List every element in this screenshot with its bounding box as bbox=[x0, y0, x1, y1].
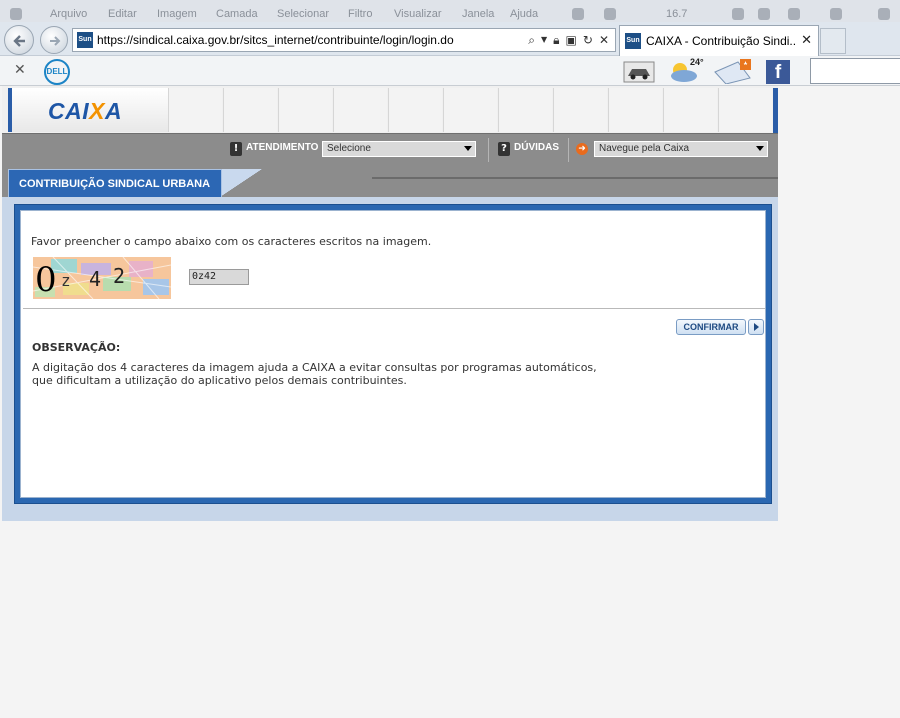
menu-item[interactable]: Camada bbox=[216, 8, 258, 20]
facebook-icon[interactable]: f bbox=[766, 60, 790, 84]
mail-icon[interactable] bbox=[712, 58, 754, 84]
menu-item[interactable]: Arquivo bbox=[50, 8, 87, 20]
favorites-search-input[interactable] bbox=[810, 58, 900, 84]
menu-item[interactable]: Filtro bbox=[348, 8, 372, 20]
grid-icon bbox=[830, 8, 842, 20]
duvidas-link[interactable]: DÚVIDAS bbox=[514, 142, 559, 153]
menu-item[interactable]: Editar bbox=[108, 8, 137, 20]
tab-close-icon[interactable]: ✕ bbox=[801, 33, 812, 48]
divider bbox=[23, 308, 765, 309]
section-tab-row: CONTRIBUIÇÃO SINDICAL URBANA bbox=[2, 165, 778, 197]
new-tab-button[interactable] bbox=[820, 28, 846, 54]
header-cell bbox=[553, 88, 607, 132]
navegue-select[interactable]: Navegue pela Caixa bbox=[594, 141, 768, 157]
menu-item[interactable]: Ajuda bbox=[510, 8, 538, 20]
captcha-char: z bbox=[61, 271, 71, 290]
toolbar-separator bbox=[488, 138, 489, 162]
caixa-logo: CAIXA bbox=[48, 98, 122, 125]
dropdown-icon[interactable]: ▼ bbox=[541, 33, 547, 47]
instruction-text: Favor preencher o campo abaixo com os ca… bbox=[31, 235, 432, 248]
observation-text-line2: que dificultam a utilização do aplicativ… bbox=[32, 374, 407, 387]
url-text[interactable]: https://sindical.caixa.gov.br/sitcs_inte… bbox=[97, 33, 454, 47]
back-button[interactable] bbox=[4, 25, 34, 55]
address-bar[interactable]: Sun https://sindical.caixa.gov.br/sitcs_… bbox=[72, 28, 616, 52]
caixa-site: CAIXA ! ATENDIMENTO Selecione ? DÚVIDAS … bbox=[2, 86, 778, 521]
header-cell bbox=[718, 88, 772, 132]
header-cell bbox=[168, 88, 222, 132]
captcha-input[interactable]: 0z42 bbox=[189, 269, 249, 285]
menu-item[interactable]: Imagem bbox=[157, 8, 197, 20]
page-content: CAIXA ! ATENDIMENTO Selecione ? DÚVIDAS … bbox=[0, 86, 900, 718]
browser-address-row: Sun https://sindical.caixa.gov.br/sitcs_… bbox=[0, 22, 900, 56]
content-frame: Favor preencher o campo abaixo com os ca… bbox=[14, 204, 772, 504]
logo-text-x: X bbox=[89, 98, 105, 124]
layout-icon bbox=[604, 8, 616, 20]
refresh-icon[interactable]: ↻ bbox=[583, 33, 593, 47]
compat-icon[interactable]: ▣ bbox=[566, 33, 577, 47]
search-icon[interactable]: ⌕ bbox=[528, 33, 535, 47]
alert-icon: ! bbox=[230, 142, 242, 156]
menu-item[interactable]: Janela bbox=[462, 8, 494, 20]
header-cell bbox=[333, 88, 387, 132]
logo-text-suffix: A bbox=[104, 98, 123, 124]
zoom-readout: 16.7 bbox=[666, 8, 688, 20]
stop-icon[interactable]: ✕ bbox=[599, 33, 609, 47]
weather-temperature: 24° bbox=[690, 57, 704, 67]
rotate-icon bbox=[788, 8, 800, 20]
observation-title: OBSERVAÇÃO: bbox=[32, 341, 121, 354]
captcha-char: 2 bbox=[113, 264, 125, 288]
logo-text-prefix: CAI bbox=[48, 98, 90, 124]
section-tab[interactable]: CONTRIBUIÇÃO SINDICAL URBANA bbox=[8, 169, 222, 197]
header-cell bbox=[278, 88, 332, 132]
header-cell bbox=[388, 88, 442, 132]
chevron-down-icon bbox=[756, 146, 764, 151]
dell-logo[interactable]: DELL bbox=[44, 59, 70, 85]
header-cell bbox=[498, 88, 552, 132]
observation-text-line1: A digitação dos 4 caracteres da imagem a… bbox=[32, 361, 597, 374]
captcha-image: 0 z 4 2 bbox=[33, 257, 171, 299]
site-favicon: Sun bbox=[77, 32, 93, 48]
header-cell bbox=[443, 88, 497, 132]
forward-button[interactable] bbox=[40, 26, 68, 54]
section-tab-label: CONTRIBUIÇÃO SINDICAL URBANA bbox=[19, 178, 211, 190]
app-icon bbox=[10, 8, 22, 20]
browser-tab-active[interactable]: Sun CAIXA - Contribuição Sindi... ✕ bbox=[619, 25, 819, 56]
captcha-char: 4 bbox=[89, 267, 101, 291]
site-header: CAIXA bbox=[2, 86, 778, 133]
captcha-char: 0 bbox=[35, 260, 57, 299]
arrange-icon bbox=[878, 8, 890, 20]
question-icon: ? bbox=[498, 142, 510, 156]
header-cell bbox=[663, 88, 717, 132]
menu-item[interactable]: Visualizar bbox=[394, 8, 442, 20]
atendimento-select-value: Selecione bbox=[327, 143, 371, 154]
atendimento-select[interactable]: Selecione bbox=[322, 141, 476, 157]
form-panel: Favor preencher o campo abaixo com os ca… bbox=[20, 210, 766, 498]
tab-row-line bbox=[372, 177, 778, 179]
confirm-button[interactable]: CONFIRMAR bbox=[676, 319, 746, 335]
atendimento-label: ATENDIMENTO bbox=[246, 142, 319, 153]
back-arrow-icon bbox=[13, 35, 25, 47]
zoom-icon bbox=[758, 8, 770, 20]
forward-arrow-icon bbox=[50, 36, 61, 46]
chevron-down-icon bbox=[464, 146, 472, 151]
settings-icon bbox=[572, 8, 584, 20]
close-icon[interactable]: ✕ bbox=[14, 62, 26, 78]
header-edge bbox=[773, 88, 778, 133]
header-cell bbox=[223, 88, 277, 132]
tab-favicon: Sun bbox=[625, 33, 641, 49]
header-cell bbox=[608, 88, 662, 132]
arrow-right-icon: ➜ bbox=[576, 143, 588, 155]
menu-item[interactable]: Selecionar bbox=[277, 8, 329, 20]
car-news-icon[interactable] bbox=[622, 58, 658, 84]
navegue-select-value: Navegue pela Caixa bbox=[599, 143, 690, 154]
section-tab-corner bbox=[220, 169, 262, 197]
hand-icon bbox=[732, 8, 744, 20]
toolbar-separator bbox=[568, 138, 569, 162]
tab-title: CAIXA - Contribuição Sindi... bbox=[646, 34, 796, 48]
site-toolbar: ! ATENDIMENTO Selecione ? DÚVIDAS ➜ Nave… bbox=[2, 133, 778, 165]
logo-cell[interactable]: CAIXA bbox=[8, 88, 168, 132]
favorites-bar: ✕ DELL 24° f bbox=[0, 56, 900, 86]
confirm-arrow-icon[interactable] bbox=[748, 319, 764, 335]
lock-icon[interactable]: 🔒︎ bbox=[553, 33, 559, 47]
